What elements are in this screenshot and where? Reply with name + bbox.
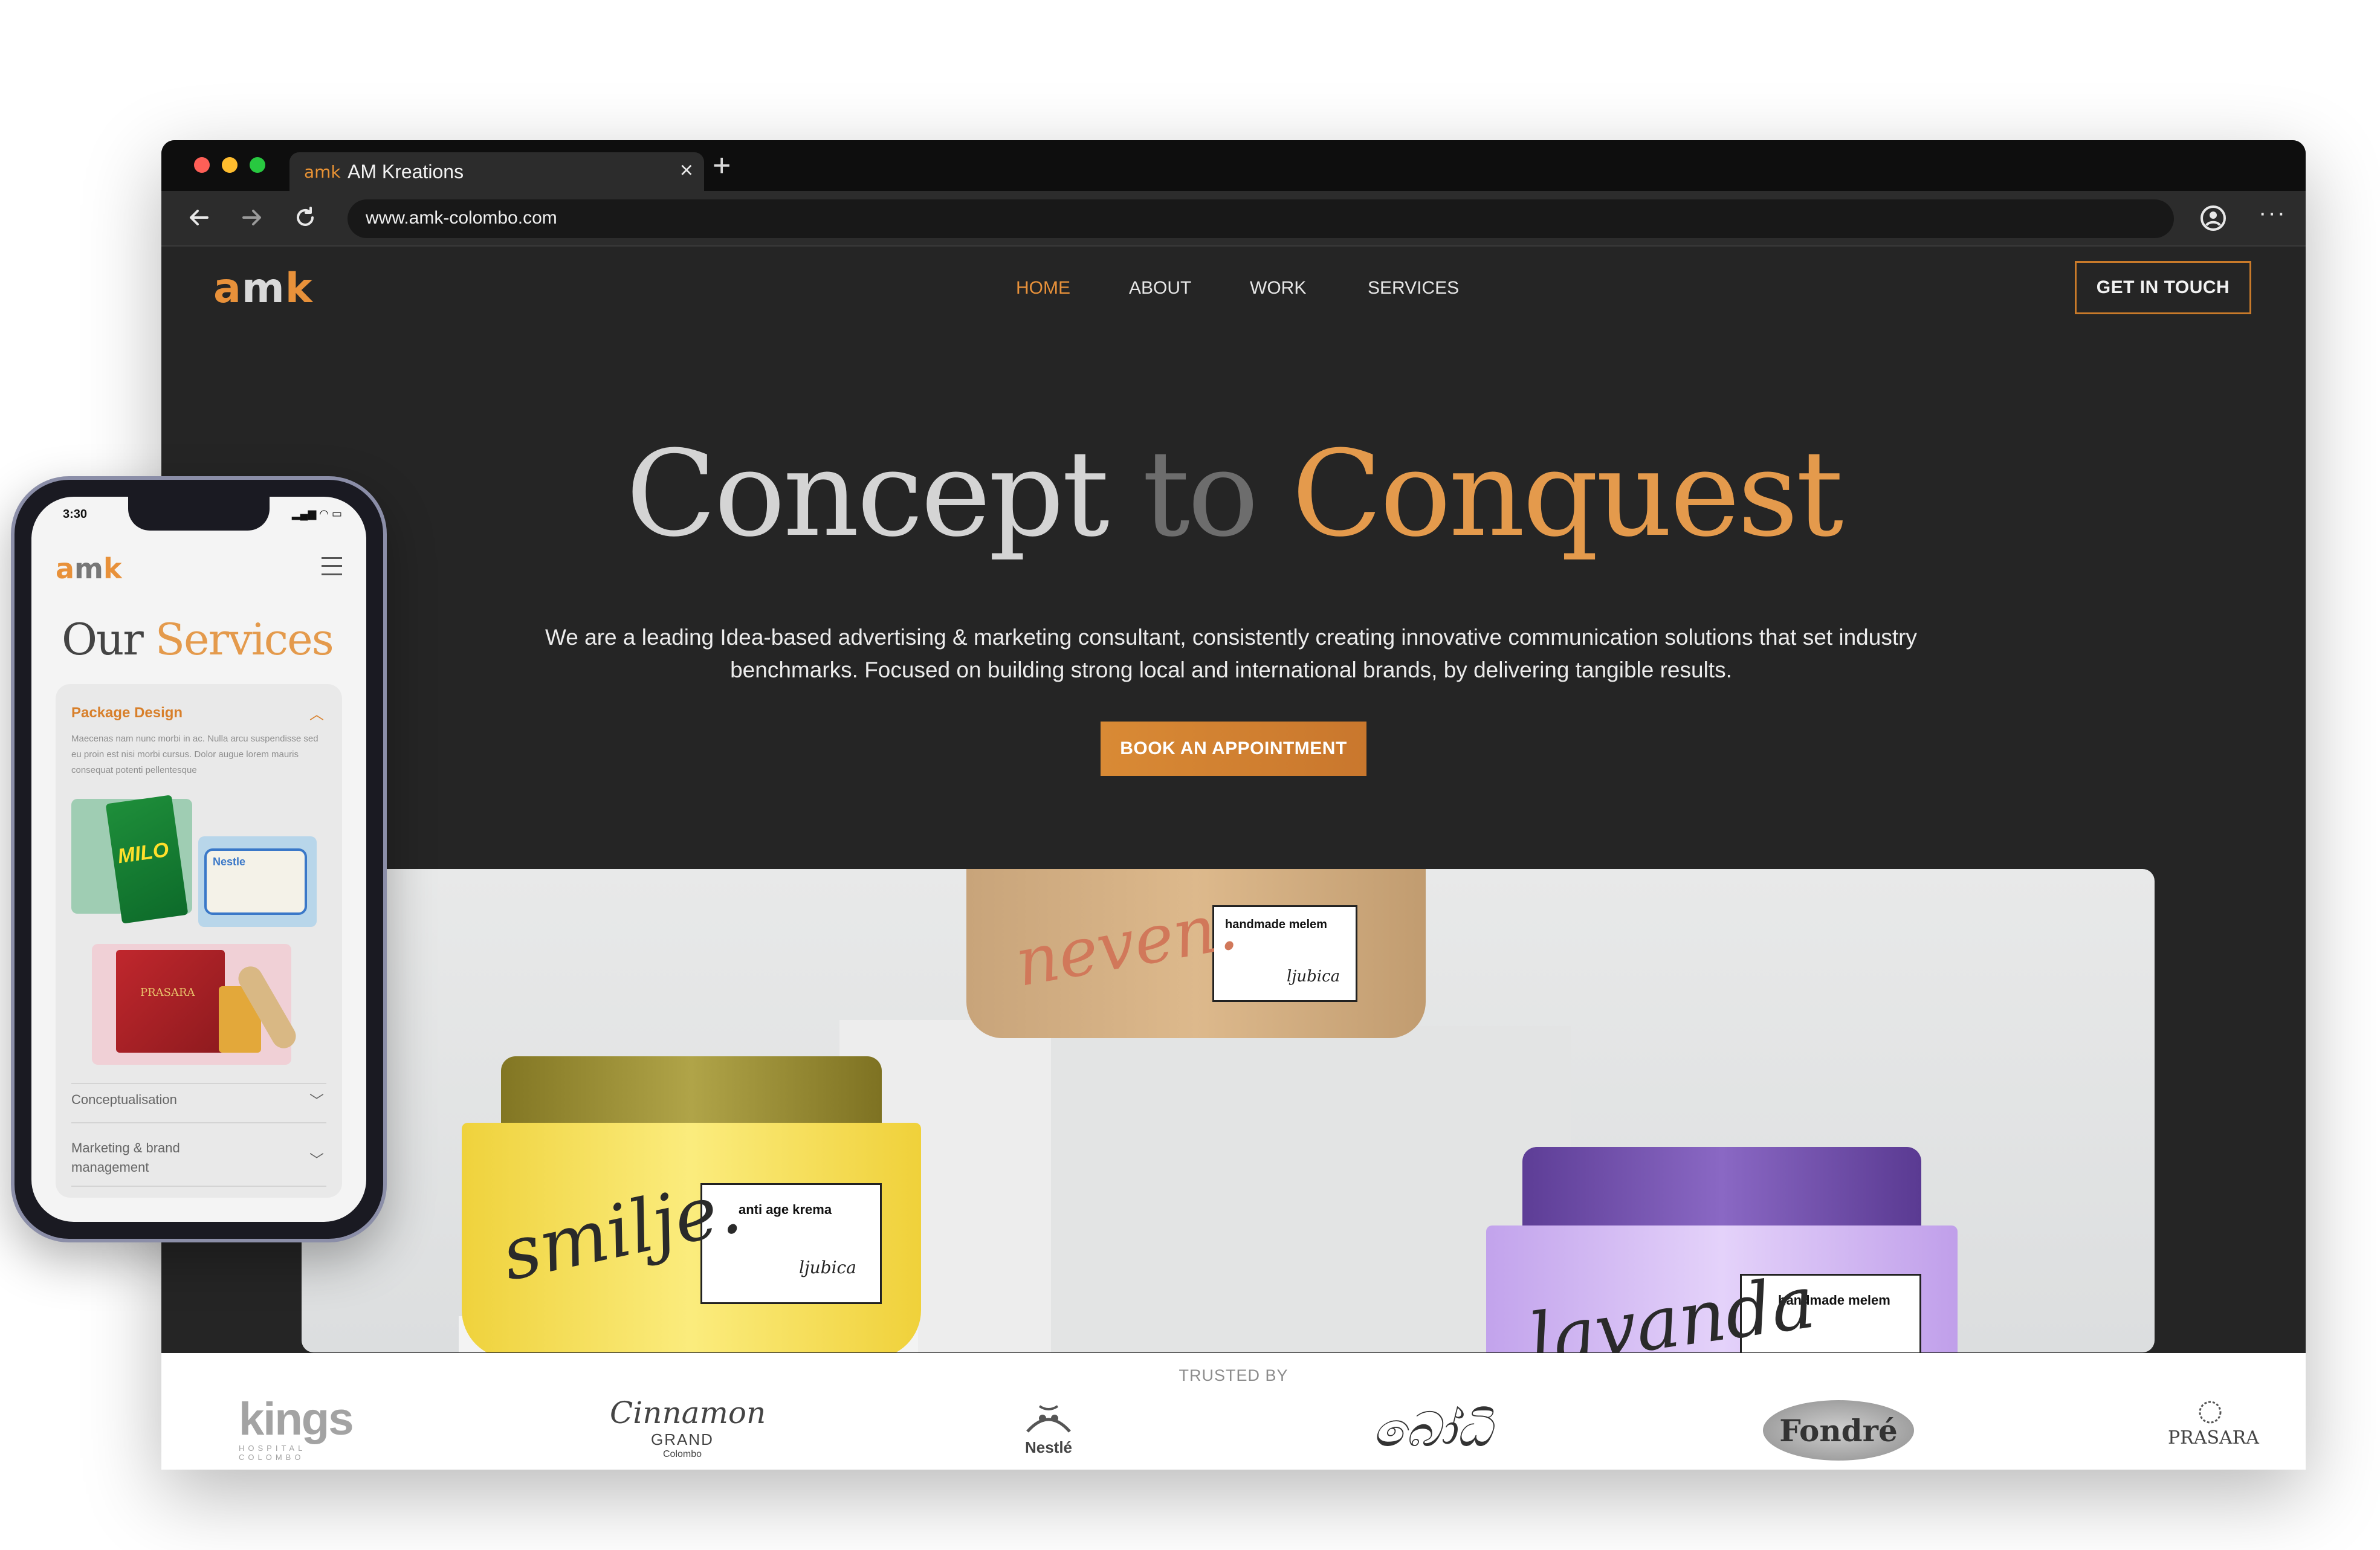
tab-title: AM Kreations xyxy=(348,161,464,182)
address-bar[interactable]: www.amk-colombo.com xyxy=(348,199,2174,238)
brand-cinnamon-colombo: Colombo xyxy=(662,1449,702,1459)
brand-logo-nestle: Nestlé xyxy=(1015,1401,1082,1457)
more-icon[interactable]: ··· xyxy=(2259,199,2286,227)
browser-window: amk AM Kreations × + www.amk-colombo.com… xyxy=(161,140,2306,1470)
trusted-by-label: TRUSTED BY xyxy=(1179,1366,1289,1384)
brand-logo-bodhi: බෝධි xyxy=(1373,1401,1492,1458)
close-window-button[interactable] xyxy=(194,157,210,173)
jar-left-label-text: anti age krema xyxy=(739,1202,832,1217)
accordion-item-marketing[interactable]: Marketing & brand management xyxy=(71,1138,228,1177)
milo-label: MILO xyxy=(116,838,170,868)
hero-subtitle: We are a leading Idea-based advertising … xyxy=(545,625,1917,682)
jar-top-brand: ljubica xyxy=(1287,967,1340,986)
get-in-touch-button[interactable]: GET IN TOUCH xyxy=(2075,261,2251,314)
hero-title: Concept to Conquest xyxy=(161,428,2306,561)
prasara-box-label: PRASARA xyxy=(140,986,195,999)
tub-product-image: Nestle xyxy=(198,836,317,927)
phone-status-icons: ▂▄▆ ◠ ▭ xyxy=(291,508,342,520)
chevron-down-icon[interactable]: ﹀ xyxy=(309,1148,324,1169)
phone-logo-k: k xyxy=(103,552,122,585)
prasara-emblem-icon xyxy=(2199,1401,2222,1424)
nav-home[interactable]: HOME xyxy=(1016,278,1070,299)
logo-letter-m: m xyxy=(241,265,285,312)
brand-bodhi-name: බෝධි xyxy=(1373,1401,1492,1458)
package-design-description: Maecenas nam nunc morbi in ac. Nulla arc… xyxy=(71,734,319,775)
jar-right-lid xyxy=(1522,1147,1921,1238)
website: amk HOME ABOUT WORK SERVICES GET IN TOUC… xyxy=(161,247,2306,1470)
services-accordion: Package Design ︿ Maecenas nam nunc morbi… xyxy=(56,684,342,1198)
account-icon[interactable] xyxy=(2199,204,2227,232)
phone-page-title: Our Services xyxy=(62,614,334,665)
chevron-up-icon[interactable]: ︿ xyxy=(309,702,324,723)
phone-title-our: Our xyxy=(62,614,144,665)
browser-tab[interactable]: amk AM Kreations × xyxy=(289,152,704,191)
phone-logo[interactable]: amk xyxy=(56,552,122,585)
maximize-window-button[interactable] xyxy=(250,157,265,173)
reload-icon[interactable] xyxy=(291,203,320,232)
url-text: www.amk-colombo.com xyxy=(366,208,557,228)
prasara-box: PRASARA xyxy=(116,950,225,1053)
chevron-down-icon[interactable]: ﹀ xyxy=(309,1089,324,1110)
brand-kings-sub: HOSPITAL COLOMBO xyxy=(239,1444,306,1462)
phone-logo-m: m xyxy=(74,552,103,585)
back-arrow-icon[interactable] xyxy=(184,203,213,232)
brand-fondre-name: Fondré xyxy=(1779,1412,1898,1448)
phone-logo-a: a xyxy=(56,552,75,585)
tab-close-icon[interactable]: × xyxy=(680,158,693,182)
jar-top-label-text: handmade melem xyxy=(1225,918,1327,931)
hero-word-to: to xyxy=(1142,425,1259,563)
logo-letter-a: a xyxy=(213,265,242,312)
phone-screen: 3:30 ▂▄▆ ◠ ▭ amk Our Services Package De… xyxy=(31,497,366,1222)
phone-title-services: Services xyxy=(155,614,334,665)
minimize-window-button[interactable] xyxy=(222,157,238,173)
milo-pack: MILO xyxy=(105,795,189,924)
hero-word-conquest: Conquest xyxy=(1292,425,1843,563)
phone-notch xyxy=(128,497,270,531)
hero-word-concept: Concept xyxy=(626,425,1110,563)
nav-about[interactable]: ABOUT xyxy=(1129,278,1191,299)
accordion-divider xyxy=(71,1186,326,1187)
forward-arrow-icon[interactable] xyxy=(238,203,267,232)
nestle-nest-icon xyxy=(1026,1405,1071,1433)
plus-icon: + xyxy=(713,148,731,183)
accordion-divider xyxy=(71,1083,326,1084)
brand-logo-prasara: PRASARA xyxy=(2168,1400,2259,1448)
site-logo[interactable]: amk xyxy=(213,265,313,312)
tab-favicon-icon: amk xyxy=(304,162,341,182)
hamburger-menu-icon[interactable] xyxy=(322,557,342,575)
jar-left-brand: ljubica xyxy=(799,1258,856,1277)
milo-product-image: MILO xyxy=(71,795,192,924)
brand-cinnamon-name: Cinnamon xyxy=(610,1395,766,1430)
hero-product-image: handmade melem ljubica neven. anti age k… xyxy=(302,869,2155,1352)
tub-label: Nestle xyxy=(213,856,246,868)
brand-logo-cinnamon: Cinnamon GRAND Colombo xyxy=(610,1395,766,1460)
browser-toolbar: www.amk-colombo.com ··· xyxy=(161,191,2306,247)
brand-logo-fondre: Fondré xyxy=(1763,1400,1914,1461)
brand-kings-name: kings xyxy=(239,1393,354,1445)
nav-work[interactable]: WORK xyxy=(1250,278,1306,299)
brand-prasara-name: PRASARA xyxy=(2168,1427,2259,1448)
nav-services[interactable]: SERVICES xyxy=(1368,278,1459,299)
brand-cinnamon-grand: GRAND xyxy=(651,1430,714,1448)
prasara-product-image: PRASARA xyxy=(92,944,300,1065)
accordion-item-package-design[interactable]: Package Design xyxy=(71,705,183,722)
accordion-item-conceptualisation[interactable]: Conceptualisation xyxy=(71,1092,177,1108)
brand-logo-kings: kings HOSPITAL COLOMBO xyxy=(239,1393,354,1462)
tub-pack: Nestle xyxy=(204,848,307,915)
accordion-divider xyxy=(71,1122,326,1123)
brand-nestle-name: Nestlé xyxy=(1024,1438,1073,1456)
tab-bar: amk AM Kreations × + xyxy=(161,140,2306,191)
logo-letter-k: k xyxy=(285,265,313,312)
book-appointment-button[interactable]: BOOK AN APPOINTMENT xyxy=(1101,722,1366,776)
phone-mockup: 3:30 ▂▄▆ ◠ ▭ amk Our Services Package De… xyxy=(11,476,387,1242)
phone-time: 3:30 xyxy=(63,508,88,521)
jar-left-lid xyxy=(501,1056,882,1129)
trusted-by-bar: TRUSTED BY kings HOSPITAL COLOMBO Cinnam… xyxy=(161,1353,2306,1470)
